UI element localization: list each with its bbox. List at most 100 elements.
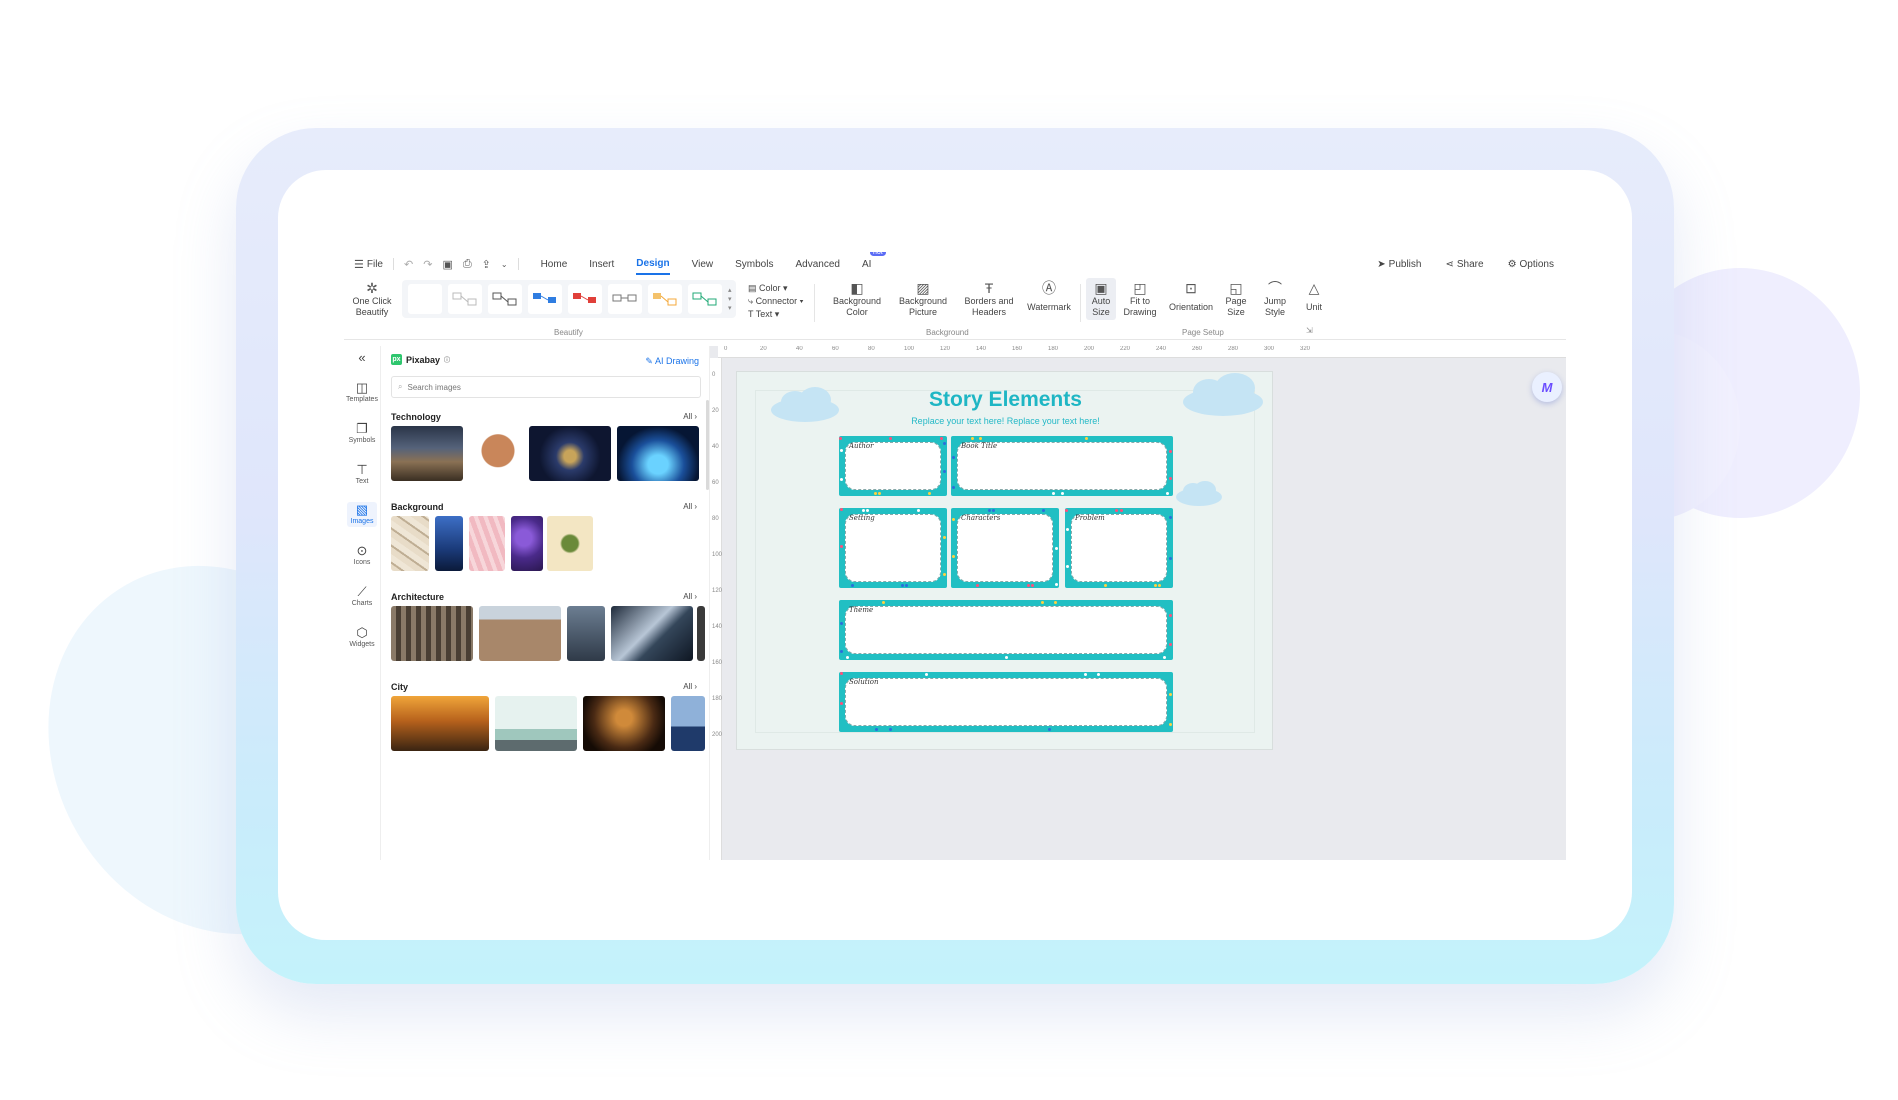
story-card-setting[interactable]: Setting [839, 508, 947, 588]
image-thumb-night-street[interactable] [583, 696, 665, 751]
image-thumb-city-illustration[interactable] [495, 696, 577, 751]
fit-to-drawing-button[interactable]: ◰ Fit to Drawing [1120, 280, 1160, 318]
undo-icon[interactable]: ↶ [404, 258, 413, 271]
watermark-button[interactable]: Ⓐ Watermark [1024, 280, 1074, 313]
page-size-button[interactable]: ◱ Page Size [1220, 280, 1252, 318]
file-menu-label[interactable]: File [367, 259, 383, 270]
menubar-divider [517, 258, 519, 270]
category-all-link[interactable]: All › [683, 682, 697, 691]
color-dropdown[interactable]: ▤ Color ▾ [748, 282, 803, 295]
tab-insert[interactable]: Insert [589, 255, 614, 274]
story-card-characters[interactable]: Characters [951, 508, 1059, 588]
ruler-tick: 40 [796, 346, 803, 352]
image-thumb-pink-pattern[interactable] [469, 516, 505, 571]
page-title[interactable]: Story Elements [737, 388, 1274, 412]
jump-style-button[interactable]: ⌒ Jump Style [1258, 280, 1292, 318]
rail-item-charts[interactable]: ⟋ Charts [344, 584, 380, 607]
image-thumb-blue-sky[interactable] [435, 516, 463, 571]
panel-scrollbar[interactable] [706, 400, 709, 490]
options-label: Options [1519, 258, 1554, 270]
image-thumb-skyscraper[interactable] [567, 606, 605, 661]
save-icon[interactable]: ▣ [442, 258, 452, 271]
tab-view[interactable]: View [692, 255, 714, 274]
story-card-problem[interactable]: Problem [1065, 508, 1173, 588]
rail-item-symbols[interactable]: ❐ Symbols [344, 421, 380, 444]
image-thumb-purple-flowers[interactable] [511, 516, 543, 571]
image-thumb-galaxy-clock[interactable] [529, 426, 611, 481]
drawing-page[interactable]: Story Elements Replace your text here! R… [736, 371, 1273, 750]
share-button[interactable]: ⋖ Share [1445, 259, 1483, 270]
tab-symbols[interactable]: Symbols [735, 255, 773, 274]
info-icon[interactable]: ⓘ [444, 355, 450, 364]
image-thumb-arches-corridor[interactable] [391, 606, 473, 661]
export-icon[interactable]: ⇪ [482, 258, 491, 271]
connector-dropdown[interactable]: ⤷ Connector ▾ [748, 295, 803, 308]
image-thumb-paper-floral[interactable] [391, 516, 429, 571]
category-all-link[interactable]: All › [683, 502, 697, 511]
rail-item-images[interactable]: ▧ Images [347, 502, 377, 527]
rail-item-templates[interactable]: ◫ Templates [344, 380, 380, 403]
menu-button[interactable]: ☰ File [354, 258, 383, 271]
confetti-dot [1154, 584, 1158, 587]
ai-assistant-button[interactable]: M [1532, 372, 1562, 402]
expand-dialog-icon[interactable]: ⇲ [1306, 326, 1313, 335]
style-option-blank[interactable] [408, 284, 442, 314]
image-thumb-digital-city[interactable] [617, 426, 699, 481]
rail-item-widgets[interactable]: ⬡ Widgets [344, 625, 380, 648]
page-subtitle[interactable]: Replace your text here! Replace your tex… [737, 416, 1274, 426]
print-icon[interactable]: ⎙ [463, 258, 472, 271]
collapse-panel-button[interactable]: « [344, 350, 380, 366]
rail-item-text[interactable]: ⊤ Text [344, 462, 380, 485]
style-option-1[interactable] [448, 284, 482, 314]
image-thumb-plant-pot[interactable] [547, 516, 593, 571]
options-button[interactable]: ⚙ Options [1508, 259, 1554, 270]
style-option-7[interactable] [688, 284, 722, 314]
tab-design[interactable]: Design [636, 254, 670, 275]
confetti-dot [976, 584, 980, 587]
one-click-beautify-button[interactable]: ✲ One Click Beautify [348, 280, 396, 318]
canvas-area[interactable]: 0 20 40 60 80 100 120 140 160 180 200 22… [710, 346, 1566, 860]
story-card-author[interactable]: Author [839, 436, 947, 496]
image-thumb-person-laptop[interactable] [471, 426, 525, 481]
tab-ai[interactable]: AI hot [862, 252, 886, 274]
story-card-book-title[interactable]: Book Title [951, 436, 1173, 496]
category-all-link[interactable]: All › [683, 592, 697, 601]
pixabay-source[interactable]: px Pixabay ⓘ [391, 354, 450, 365]
image-thumb-apartment-block[interactable] [479, 606, 561, 661]
image-thumb-moon-rock[interactable] [391, 426, 463, 481]
image-search-box[interactable]: ⌕ [391, 376, 701, 398]
category-all-link[interactable]: All › [683, 412, 697, 421]
auto-size-button[interactable]: ▣ Auto Size [1086, 278, 1116, 320]
ruler-tick: 20 [712, 408, 719, 414]
background-color-button[interactable]: ◧ Background Color [830, 280, 884, 318]
publish-button[interactable]: ➤ Publish [1377, 259, 1421, 270]
style-option-4[interactable] [568, 284, 602, 314]
text-dropdown[interactable]: T Text ▾ [748, 308, 803, 321]
tab-advanced[interactable]: Advanced [795, 255, 839, 274]
confetti-dot [840, 544, 843, 548]
image-thumb-architecture-more[interactable] [697, 606, 705, 661]
widgets-icon: ⬡ [356, 625, 368, 640]
story-card-solution[interactable]: Solution [839, 672, 1173, 732]
background-picture-button[interactable]: ▨ Background Picture [892, 280, 954, 318]
text-label: Text [755, 309, 773, 319]
orientation-button[interactable]: ⊡ Orientation [1166, 280, 1216, 313]
share-label: Share [1456, 258, 1484, 270]
redo-icon[interactable]: ↷ [423, 258, 432, 271]
tab-home[interactable]: Home [541, 255, 568, 274]
image-thumb-glass-facade[interactable] [611, 606, 693, 661]
gallery-scroll-icon[interactable]: ▴ ▾ ▾ [728, 286, 732, 313]
image-thumb-city-skyline[interactable] [671, 696, 705, 751]
image-thumb-city-sunset[interactable] [391, 696, 489, 751]
style-option-5[interactable] [608, 284, 642, 314]
unit-button[interactable]: △ Unit [1300, 280, 1328, 313]
ai-drawing-link[interactable]: ✎ AI Drawing [645, 356, 699, 367]
rail-item-icons[interactable]: ⊙ Icons [344, 543, 380, 566]
style-option-6[interactable] [648, 284, 682, 314]
more-chevron-icon[interactable]: ⌄ [501, 260, 508, 269]
story-card-theme[interactable]: Theme [839, 600, 1173, 660]
style-option-2[interactable] [488, 284, 522, 314]
borders-headers-button[interactable]: Ŧ Borders and Headers [960, 280, 1018, 318]
search-input[interactable] [407, 382, 668, 392]
style-option-3[interactable] [528, 284, 562, 314]
